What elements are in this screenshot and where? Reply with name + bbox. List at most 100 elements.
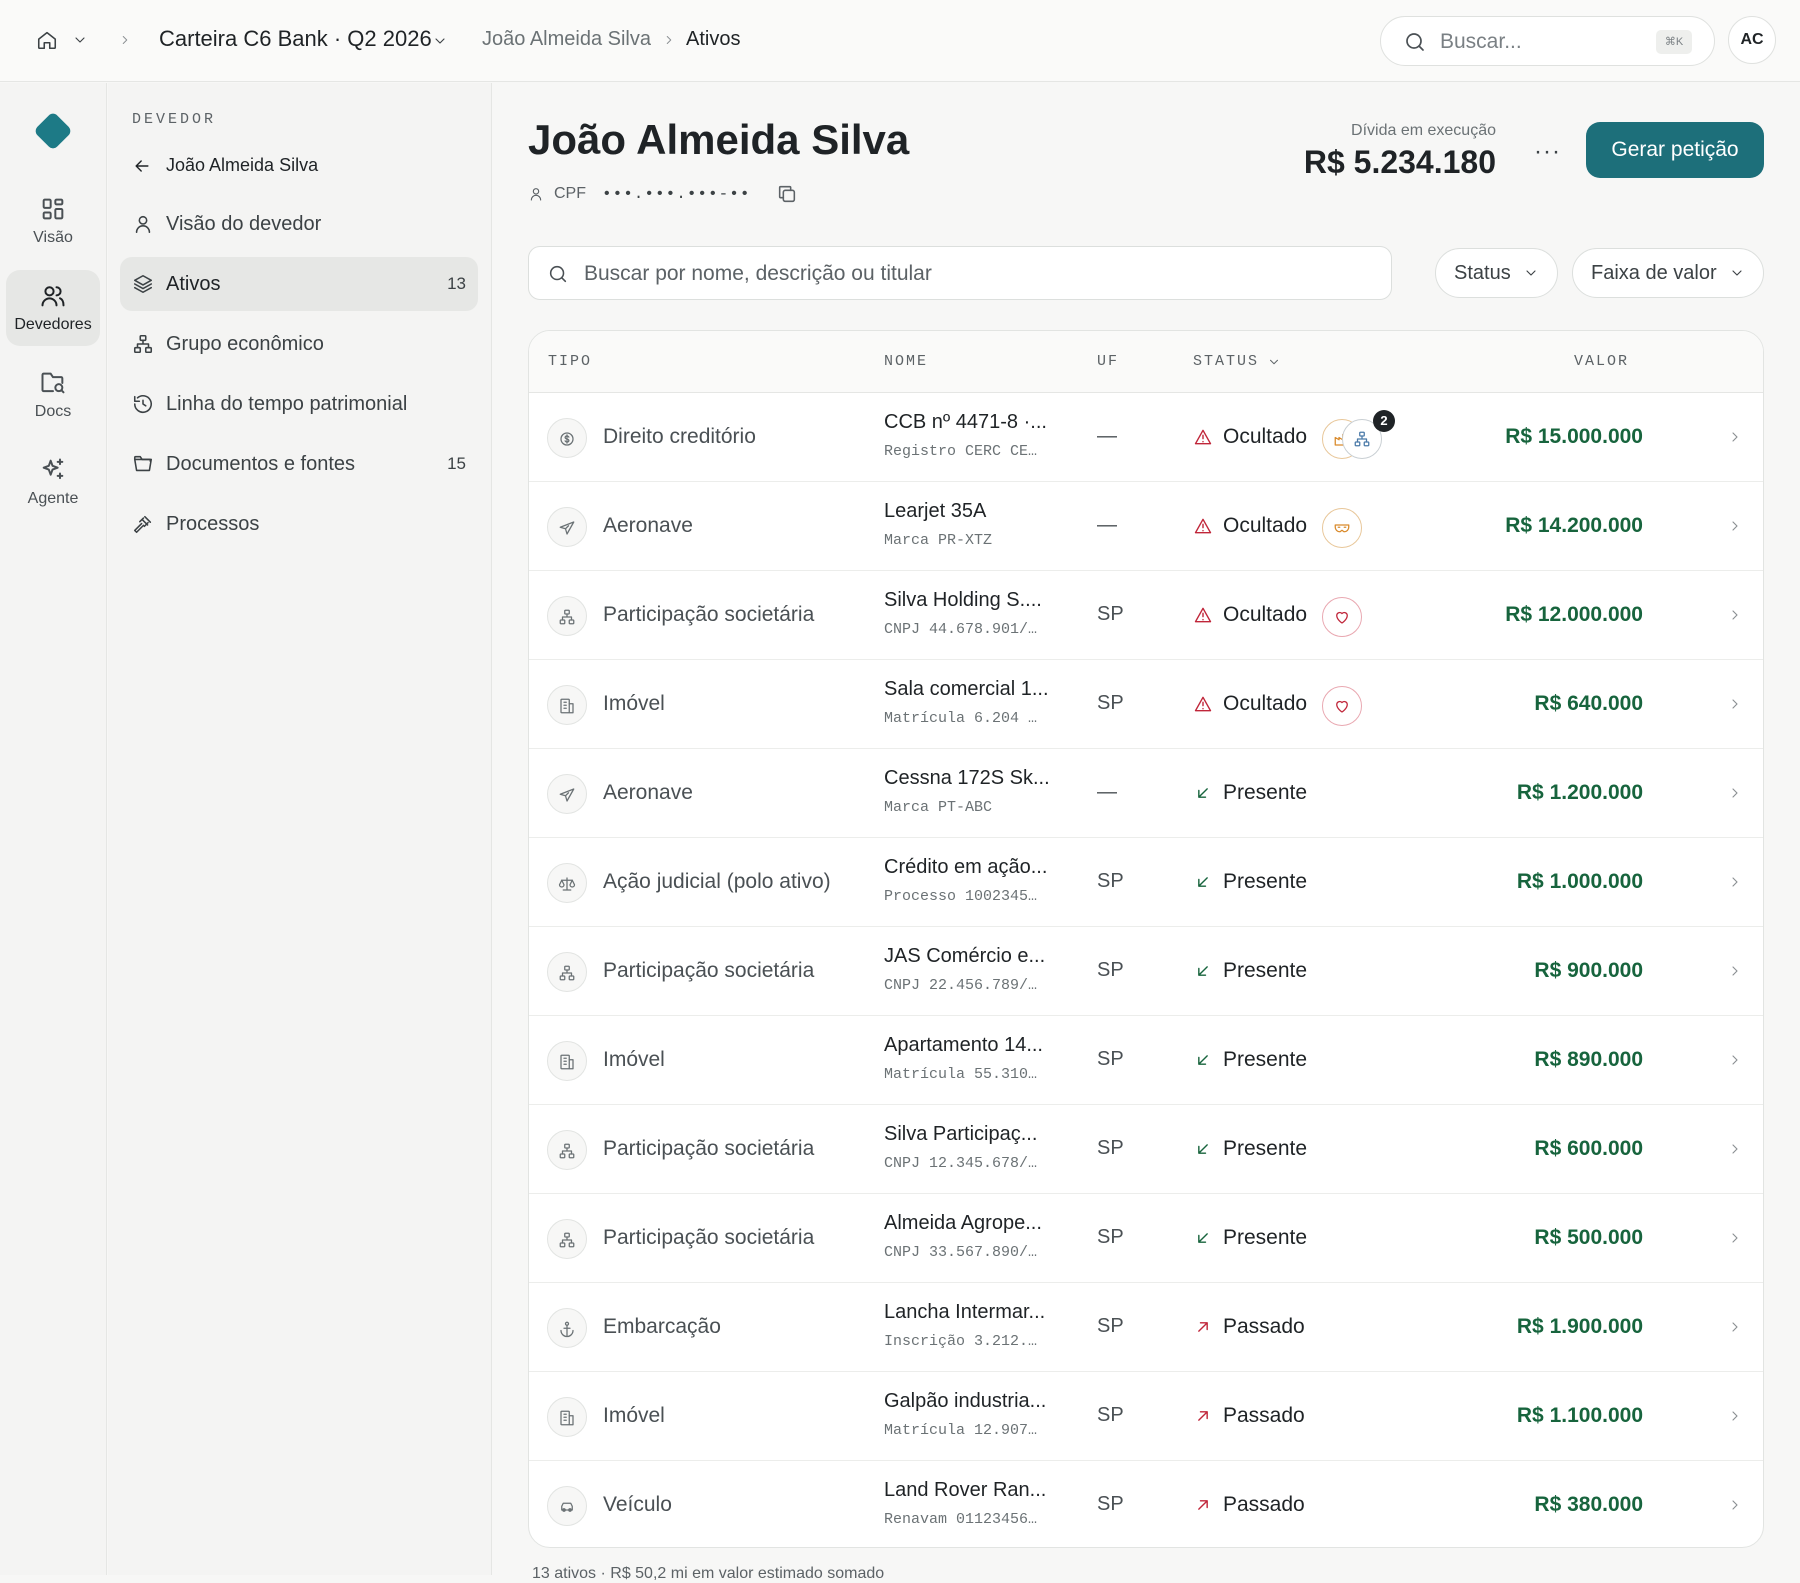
- column-header-nome[interactable]: NOME: [884, 353, 928, 370]
- status-badge: Ocultado: [1193, 425, 1307, 449]
- org-chart-icon: [547, 952, 587, 992]
- column-header-valor[interactable]: VALOR: [1574, 353, 1629, 370]
- asset-uf: SP: [1097, 959, 1124, 981]
- chevron-right-icon[interactable]: [1727, 1141, 1743, 1157]
- global-search-input[interactable]: Buscar... ⌘K: [1380, 16, 1715, 66]
- asset-type: Participação societária: [603, 1137, 815, 1160]
- table-row[interactable]: Aeronave Cessna 172S Sk... Marca PT-ABC …: [529, 749, 1763, 838]
- asset-search-input[interactable]: Buscar por nome, descrição ou titular: [528, 246, 1392, 300]
- sidebar-item-visao-devedor[interactable]: Visão do devedor: [120, 197, 478, 251]
- rail-item-agente[interactable]: Agente: [6, 444, 100, 520]
- column-header-status[interactable]: STATUS: [1193, 353, 1281, 370]
- table-row[interactable]: Aeronave Learjet 35A Marca PR-XTZ — Ocul…: [529, 482, 1763, 571]
- sidebar-item-ativos[interactable]: Ativos 13: [120, 257, 478, 311]
- asset-name[interactable]: Apartamento 14...: [884, 1034, 1074, 1057]
- rail-item-visao[interactable]: Visão: [6, 183, 100, 259]
- table-row[interactable]: Imóvel Galpão industria... Matrícula 12.…: [529, 1372, 1763, 1461]
- table-row[interactable]: Veículo Land Rover Ran... Renavam 011234…: [529, 1461, 1763, 1547]
- rail-item-docs[interactable]: Docs: [6, 357, 100, 433]
- chevron-right-icon[interactable]: [1727, 785, 1743, 801]
- table-row[interactable]: Participação societária Silva Holding S.…: [529, 571, 1763, 660]
- logo-icon[interactable]: [33, 111, 73, 151]
- table-row[interactable]: Direito creditório CCB nº 4471-8 ·... Re…: [529, 393, 1763, 482]
- status-badge: Ocultado: [1193, 603, 1307, 627]
- arrow-down-left-icon: [1198, 966, 1208, 976]
- chevron-right-icon[interactable]: [1727, 607, 1743, 623]
- portfolio-selector[interactable]: Carteira C6 Bank · Q2 2026: [159, 26, 432, 52]
- debtor-sidebar: DEVEDOR João Almeida Silva Visão do deve…: [108, 83, 492, 1575]
- chevron-right-icon[interactable]: [1727, 696, 1743, 712]
- chevron-right-icon[interactable]: [1727, 1319, 1743, 1335]
- value-range-filter[interactable]: Faixa de valor: [1572, 248, 1764, 298]
- sidebar-item-linha-tempo[interactable]: Linha do tempo patrimonial: [120, 377, 478, 431]
- asset-name[interactable]: Silva Participaç...: [884, 1123, 1074, 1146]
- status-badge: Presente: [1193, 781, 1307, 805]
- asset-name[interactable]: Silva Holding S....: [884, 589, 1074, 612]
- heart-icon[interactable]: [1322, 597, 1362, 637]
- mask-icon[interactable]: [1322, 508, 1362, 548]
- arrow-down-left-icon: [1198, 1233, 1208, 1243]
- column-header-uf[interactable]: UF: [1097, 353, 1119, 370]
- chevron-right-icon[interactable]: [1727, 1497, 1743, 1513]
- table-row[interactable]: Ação judicial (polo ativo) Crédito em aç…: [529, 838, 1763, 927]
- column-header-tipo[interactable]: TIPO: [548, 353, 592, 370]
- asset-name[interactable]: Cessna 172S Sk...: [884, 767, 1074, 790]
- asset-name[interactable]: CCB nº 4471-8 ·...: [884, 411, 1074, 434]
- table-row[interactable]: Imóvel Sala comercial 1... Matrícula 6.2…: [529, 660, 1763, 749]
- breadcrumb-debtor[interactable]: João Almeida Silva: [482, 28, 651, 51]
- sidebar-item-processos[interactable]: Processos: [120, 497, 478, 551]
- asset-uf: SP: [1097, 692, 1124, 714]
- asset-value: R$ 640.000: [1534, 692, 1643, 715]
- asset-value: R$ 890.000: [1534, 1048, 1643, 1071]
- avatar[interactable]: AC: [1728, 16, 1776, 64]
- asset-uf: —: [1097, 425, 1117, 447]
- asset-name[interactable]: Almeida Agrope...: [884, 1212, 1074, 1235]
- chevron-right-icon[interactable]: [1727, 1230, 1743, 1246]
- org-chart-icon: [547, 596, 587, 636]
- table-row[interactable]: Participação societária JAS Comércio e..…: [529, 927, 1763, 1016]
- dollar-circle-icon: [547, 418, 587, 458]
- asset-registry: CNPJ 33.567.890/…: [884, 1244, 1038, 1261]
- table-row[interactable]: Imóvel Apartamento 14... Matrícula 55.31…: [529, 1016, 1763, 1105]
- asset-name[interactable]: Land Rover Ran...: [884, 1479, 1074, 1502]
- table-row[interactable]: Participação societária Silva Participaç…: [529, 1105, 1763, 1194]
- asset-value: R$ 15.000.000: [1505, 425, 1643, 448]
- asset-name[interactable]: JAS Comércio e...: [884, 945, 1074, 968]
- status-badge: Presente: [1193, 959, 1307, 983]
- asset-name[interactable]: Learjet 35A: [884, 500, 1074, 523]
- status-label: Presente: [1223, 959, 1308, 982]
- sidebar-item-documentos[interactable]: Documentos e fontes 15: [120, 437, 478, 491]
- warning-icon: [1194, 607, 1212, 623]
- asset-registry: CNPJ 22.456.789/…: [884, 977, 1038, 994]
- asset-name[interactable]: Crédito em ação...: [884, 856, 1074, 879]
- chevron-right-icon[interactable]: [1727, 429, 1743, 445]
- chevron-right-icon[interactable]: [1727, 963, 1743, 979]
- asset-value: R$ 600.000: [1534, 1137, 1643, 1160]
- status-filter[interactable]: Status: [1435, 248, 1558, 298]
- layers-icon: [133, 274, 153, 294]
- chevron-down-icon[interactable]: [72, 32, 88, 48]
- arrow-down-left-icon: [1198, 788, 1208, 798]
- sidebar-item-label: Linha do tempo patrimonial: [166, 392, 408, 415]
- back-to-debtor-link[interactable]: João Almeida Silva: [132, 155, 318, 176]
- chevron-down-icon[interactable]: [432, 33, 448, 49]
- search-icon: [1403, 30, 1427, 54]
- home-icon[interactable]: [36, 29, 58, 51]
- table-row[interactable]: Embarcação Lancha Intermar... Inscrição …: [529, 1283, 1763, 1372]
- chevron-right-icon[interactable]: [1727, 1408, 1743, 1424]
- copy-icon[interactable]: [776, 183, 798, 205]
- chevron-right-icon[interactable]: [1727, 1052, 1743, 1068]
- status-label: Presente: [1223, 781, 1308, 804]
- asset-name[interactable]: Lancha Intermar...: [884, 1301, 1074, 1324]
- chevron-right-icon[interactable]: [1727, 518, 1743, 534]
- chevron-right-icon[interactable]: [1727, 874, 1743, 890]
- asset-name[interactable]: Sala comercial 1...: [884, 678, 1074, 701]
- asset-name[interactable]: Galpão industria...: [884, 1390, 1074, 1413]
- generate-petition-button[interactable]: Gerar petição: [1586, 122, 1764, 178]
- rail-item-devedores[interactable]: Devedores: [6, 270, 100, 346]
- sidebar-item-grupo-economico[interactable]: Grupo econômico: [120, 317, 478, 371]
- table-row[interactable]: Participação societária Almeida Agrope..…: [529, 1194, 1763, 1283]
- more-options-button[interactable]: ···: [1534, 138, 1561, 166]
- folder-open-icon: [133, 455, 153, 472]
- heart-icon[interactable]: [1322, 686, 1362, 726]
